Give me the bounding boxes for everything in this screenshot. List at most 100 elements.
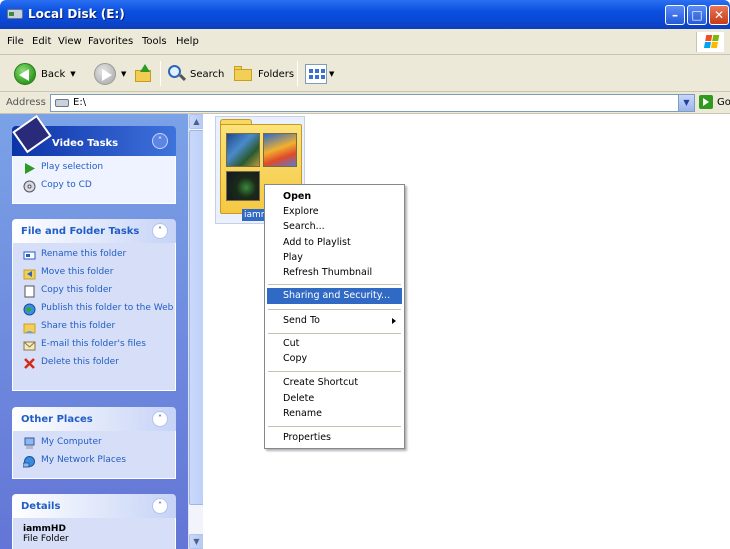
address-field[interactable]: E:\ ▼ xyxy=(50,94,695,112)
copy-icon xyxy=(23,285,36,298)
search-icon xyxy=(168,65,187,83)
collapse-icon[interactable]: ˄ xyxy=(152,223,168,239)
toolbar: Back ▼ ▼ Search Folders ▼ xyxy=(0,55,730,92)
collapse-icon[interactable]: ˄ xyxy=(152,498,168,514)
menu-search[interactable]: Search... xyxy=(267,219,402,235)
video-thumbnail-2 xyxy=(263,133,297,167)
address-bar: Address E:\ ▼ Go xyxy=(0,92,730,114)
menu-explore[interactable]: Explore xyxy=(267,204,402,220)
menu-properties[interactable]: Properties xyxy=(267,430,402,446)
video-thumbnail-3 xyxy=(226,171,260,201)
forward-button[interactable]: ▼ xyxy=(94,63,126,85)
windows-logo-icon xyxy=(696,32,724,52)
chevron-down-icon: ▼ xyxy=(329,70,335,78)
share-folder-link[interactable]: Share this folder xyxy=(23,321,175,334)
menu-help[interactable]: Help xyxy=(176,36,199,47)
share-folder-icon xyxy=(23,321,36,334)
close-button[interactable]: ✕ xyxy=(709,5,729,25)
scroll-down-button[interactable]: ▼ xyxy=(189,534,204,549)
views-button[interactable]: ▼ xyxy=(305,63,334,85)
up-button[interactable] xyxy=(134,63,154,85)
menu-play[interactable]: Play xyxy=(267,250,402,266)
file-folder-tasks-header[interactable]: File and Folder Tasks ˄ xyxy=(12,219,176,243)
go-button[interactable]: Go xyxy=(699,95,730,109)
video-tasks-header[interactable]: Video Tasks ˄ xyxy=(12,114,176,156)
play-selection-link[interactable]: Play selection xyxy=(23,162,175,175)
play-icon xyxy=(23,162,36,175)
email-folder-link[interactable]: E-mail this folder's files xyxy=(23,339,175,352)
menu-rename[interactable]: Rename xyxy=(267,406,402,422)
chevron-down-icon: ▼ xyxy=(121,70,127,78)
menu-add-to-playlist[interactable]: Add to Playlist xyxy=(267,235,402,251)
context-menu: Open Explore Search... Add to Playlist P… xyxy=(264,184,405,449)
video-tasks-title: Video Tasks xyxy=(52,138,119,149)
minimize-button[interactable]: – xyxy=(665,5,685,25)
menu-view[interactable]: View xyxy=(58,36,82,47)
file-folder-tasks-panel: File and Folder Tasks ˄ Rename this fold… xyxy=(12,219,176,391)
address-dropdown-button[interactable]: ▼ xyxy=(678,95,694,111)
move-folder-icon xyxy=(23,267,36,280)
other-places-header[interactable]: Other Places ˄ xyxy=(12,407,176,431)
menu-separator xyxy=(268,284,401,285)
back-button[interactable]: Back ▼ xyxy=(14,63,76,85)
publish-folder-link[interactable]: Publish this folder to the Web xyxy=(23,303,175,316)
search-label: Search xyxy=(190,68,225,80)
title-bar: Local Disk (E:) – □ ✕ xyxy=(0,0,730,29)
menu-sharing-security[interactable]: Sharing and Security... xyxy=(267,288,402,304)
toolbar-divider xyxy=(160,61,161,86)
network-icon xyxy=(22,455,36,468)
my-network-places-link[interactable]: My Network Places xyxy=(22,455,175,468)
menu-create-shortcut[interactable]: Create Shortcut xyxy=(267,375,402,391)
collapse-icon[interactable]: ˄ xyxy=(152,411,168,427)
scroll-up-button[interactable]: ▲ xyxy=(189,114,204,129)
close-icon: ✕ xyxy=(713,8,725,22)
back-label: Back xyxy=(41,68,66,80)
menu-delete[interactable]: Delete xyxy=(267,391,402,407)
menu-separator xyxy=(268,371,401,372)
menu-tools[interactable]: Tools xyxy=(142,36,167,47)
other-places-panel: Other Places ˄ My Computer My Network Pl… xyxy=(12,407,176,479)
menu-send-to[interactable]: Send To xyxy=(267,313,402,329)
menu-favorites[interactable]: Favorites xyxy=(88,36,133,47)
copy-folder-label: Copy this folder xyxy=(41,285,113,295)
delete-folder-link[interactable]: Delete this folder xyxy=(23,357,175,370)
collapse-icon[interactable]: ˄ xyxy=(152,133,168,149)
minimize-icon: – xyxy=(672,8,678,22)
menu-refresh-thumbnail[interactable]: Refresh Thumbnail xyxy=(267,265,402,281)
copy-to-cd-link[interactable]: Copy to CD xyxy=(23,180,175,193)
chevron-down-icon: ▼ xyxy=(70,70,76,78)
scroll-thumb[interactable] xyxy=(189,130,204,505)
menu-file[interactable]: File xyxy=(7,36,24,47)
views-icon xyxy=(305,64,327,84)
my-computer-label: My Computer xyxy=(41,437,102,447)
play-selection-label: Play selection xyxy=(41,162,104,172)
menu-separator xyxy=(268,333,401,334)
menu-cut[interactable]: Cut xyxy=(267,336,402,352)
details-type: File Folder xyxy=(23,534,69,544)
menu-separator xyxy=(268,426,401,427)
forward-arrow-icon xyxy=(94,63,116,85)
folder-up-icon xyxy=(134,64,154,84)
email-icon xyxy=(23,339,36,352)
maximize-button[interactable]: □ xyxy=(687,5,707,25)
menu-copy[interactable]: Copy xyxy=(267,351,402,367)
file-folder-tasks-title: File and Folder Tasks xyxy=(21,226,140,237)
submenu-arrow-icon xyxy=(392,318,396,324)
rename-folder-link[interactable]: Rename this folder xyxy=(23,249,175,262)
my-computer-link[interactable]: My Computer xyxy=(23,437,175,450)
task-pane-scrollbar[interactable]: ▲ ▼ xyxy=(188,114,204,549)
folders-button[interactable]: Folders xyxy=(234,63,294,85)
delete-folder-label: Delete this folder xyxy=(41,357,119,367)
move-folder-link[interactable]: Move this folder xyxy=(23,267,175,280)
share-folder-label: Share this folder xyxy=(41,321,116,331)
copy-folder-link[interactable]: Copy this folder xyxy=(23,285,175,298)
publish-folder-label: Publish this folder to the Web xyxy=(41,303,174,313)
details-header[interactable]: Details ˄ xyxy=(12,494,176,518)
email-folder-label: E-mail this folder's files xyxy=(41,339,146,349)
search-button[interactable]: Search xyxy=(168,63,224,85)
drive-icon xyxy=(7,9,23,19)
rename-icon xyxy=(23,249,36,262)
menu-open[interactable]: Open xyxy=(267,189,402,205)
globe-icon xyxy=(23,303,36,316)
menu-edit[interactable]: Edit xyxy=(32,36,51,47)
